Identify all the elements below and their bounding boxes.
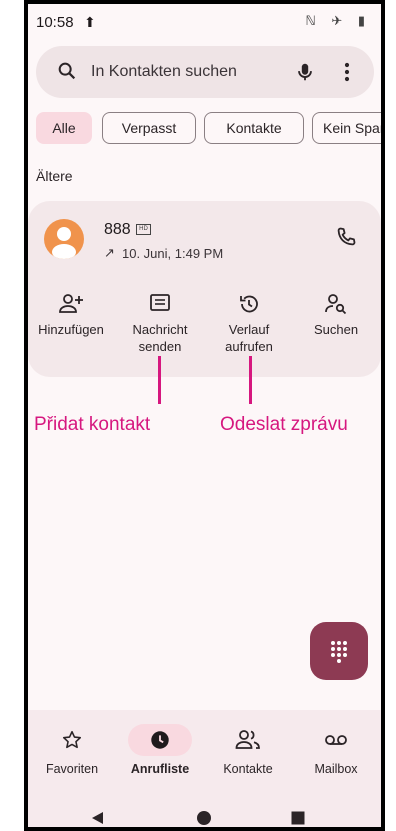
outgoing-call-icon: ↗ (104, 245, 115, 260)
annotation-add-contact: Přidat kontakt (34, 414, 151, 435)
message-icon (150, 294, 170, 311)
status-bar: 10:58 ⬆ ℕ ✈ ▮ (28, 4, 381, 38)
home-icon[interactable] (196, 810, 212, 826)
clock-icon (151, 731, 169, 749)
avatar[interactable] (44, 219, 84, 259)
section-title: Ältere (36, 168, 73, 184)
filter-chip-kein-spam[interactable]: Kein Spam (312, 112, 381, 144)
call-icon[interactable] (334, 225, 358, 249)
annotation-line-right (249, 356, 252, 404)
nav-kontakte-label: Kontakte (223, 762, 273, 776)
search-input[interactable]: In Kontakten suchen (91, 63, 237, 81)
nav-favoriten-label: Favoriten (45, 762, 99, 776)
back-icon[interactable] (90, 810, 106, 826)
call-log-card[interactable]: 888 HD ↗ 10. Juni, 1:49 PM Hinzufügen Na… (28, 201, 381, 377)
dialpad-button[interactable] (310, 622, 368, 680)
search-person-icon (325, 294, 347, 315)
annotation-send-message: Odeslat zprávu (220, 414, 348, 435)
search-contact-label: Suchen (313, 322, 359, 337)
status-icons: ℕ ✈ ▮ (305, 13, 371, 28)
dialpad-icon (331, 641, 347, 663)
contact-name: 888 (104, 221, 131, 238)
nav-kontakte[interactable]: Kontakte (204, 724, 292, 776)
nav-mailbox-label: Mailbox (314, 762, 358, 776)
view-history-label: Verlauf aufrufen (225, 322, 273, 354)
view-history-button[interactable]: Verlauf aufrufen (206, 293, 292, 355)
search-contact-button[interactable]: Suchen (293, 293, 379, 338)
history-icon (240, 295, 258, 313)
microphone-icon[interactable] (294, 60, 316, 84)
filter-chip-verpasst[interactable]: Verpasst (102, 112, 196, 144)
filter-chip-kontakte[interactable]: Kontakte (204, 112, 304, 144)
bottom-navigation: Favoriten Anrufliste Kontakte Mailbox (28, 710, 381, 827)
nav-anrufliste-label: Anrufliste (130, 762, 190, 776)
recents-icon[interactable] (290, 810, 306, 826)
add-contact-label: Hinzufügen (38, 322, 104, 337)
star-icon (62, 730, 82, 749)
filter-chip-alle[interactable]: Alle (36, 112, 92, 144)
call-date: 10. Juni, 1:49 PM (122, 246, 224, 261)
search-icon[interactable] (56, 60, 78, 82)
person-icon (52, 227, 76, 259)
voicemail-icon (325, 735, 347, 745)
hd-badge: HD (136, 224, 151, 235)
add-person-icon (59, 294, 83, 313)
nav-favoriten[interactable]: Favoriten (28, 724, 116, 776)
send-message-label: Nachricht senden (132, 322, 188, 354)
people-icon (235, 730, 260, 749)
more-options-icon[interactable] (342, 61, 352, 83)
nav-anrufliste[interactable]: Anrufliste (116, 724, 204, 776)
search-bar[interactable]: In Kontakten suchen (36, 46, 374, 98)
upload-icon: ⬆ (84, 14, 96, 30)
status-time: 10:58 (36, 14, 74, 31)
annotation-line-left (158, 356, 161, 404)
dialer-screen: 10:58 ⬆ ℕ ✈ ▮ In Kontakten suchen Alle V… (28, 4, 381, 827)
send-message-button[interactable]: Nachricht senden (117, 293, 203, 355)
add-contact-button[interactable]: Hinzufügen (28, 293, 114, 338)
nav-mailbox[interactable]: Mailbox (292, 724, 380, 776)
